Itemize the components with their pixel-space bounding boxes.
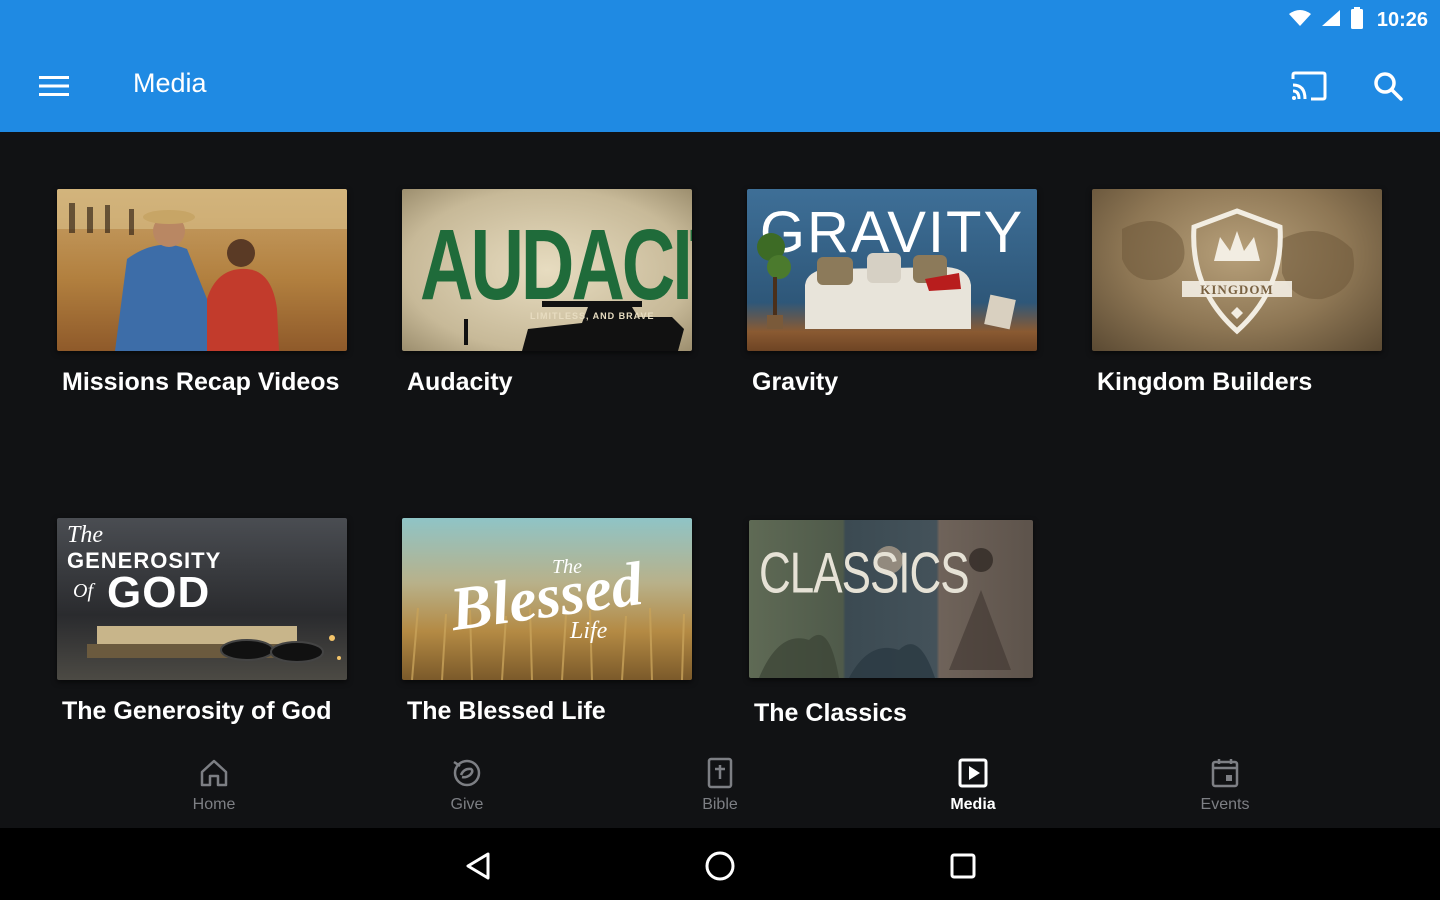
kingdom-thumbnail: KINGDOM — [1092, 189, 1382, 351]
media-icon — [958, 758, 988, 788]
kingdom-thumb-text: KINGDOM — [1200, 282, 1274, 297]
generosity-thumb-the: The — [67, 522, 103, 548]
media-card-title: The Classics — [754, 699, 907, 727]
media-card-gravity[interactable]: GRAVITY Gravity — [747, 189, 1037, 397]
nav-label: Bible — [702, 796, 738, 813]
system-nav-bar — [0, 828, 1440, 900]
system-home-button[interactable] — [700, 846, 740, 886]
classics-thumbnail: CLASSICS — [749, 520, 1033, 678]
status-bar: 10:26 — [1288, 6, 1428, 34]
nav-item-home[interactable]: Home — [134, 756, 294, 826]
search-icon — [1374, 72, 1403, 101]
media-card-kingdom[interactable]: KINGDOM Kingdom Builders — [1092, 189, 1382, 397]
audacity-thumbnail: AUDACITY LIMITLESS, AND BRAVE — [402, 189, 692, 351]
bible-icon — [707, 757, 733, 789]
nav-label: Give — [450, 796, 484, 813]
hamburger-menu-icon — [39, 76, 69, 96]
events-icon — [1211, 759, 1239, 788]
generosity-thumb-god: GOD — [107, 568, 211, 617]
status-time: 10:26 — [1376, 8, 1428, 31]
search-button[interactable] — [1366, 64, 1410, 108]
media-card-audacity[interactable]: AUDACITY LIMITLESS, AND BRAVE Audacity — [402, 189, 692, 397]
cellular-icon — [1321, 9, 1341, 32]
missions-thumbnail — [57, 189, 347, 351]
media-card-title: Audacity — [407, 368, 513, 396]
system-recents-button[interactable] — [943, 846, 983, 886]
media-card-title: Gravity — [752, 368, 839, 396]
blessed-thumb-life: Life — [570, 618, 608, 644]
generosity-thumb-of: Of — [73, 580, 93, 602]
nav-item-bible[interactable]: Bible — [640, 756, 800, 826]
media-card-missions[interactable]: Missions Recap Videos — [57, 189, 347, 397]
media-card-title: The Blessed Life — [407, 697, 606, 725]
nav-label: Events — [1200, 796, 1250, 813]
system-back-button[interactable] — [458, 846, 498, 886]
nav-item-events[interactable]: Events — [1145, 756, 1305, 826]
bottom-navigation: Home Give Bible Media Events — [0, 748, 1440, 828]
wifi-icon — [1288, 9, 1311, 32]
media-card-generosity[interactable]: The GENEROSITY Of GOD The Generosity of … — [57, 518, 347, 726]
back-triangle-icon — [466, 852, 490, 880]
app-bar: 10:26 Media — [0, 0, 1440, 132]
gravity-thumbnail: GRAVITY — [747, 189, 1037, 351]
media-card-classics[interactable]: CLASSICS The Classics — [749, 520, 1039, 728]
generosity-thumbnail: The GENEROSITY Of GOD — [57, 518, 347, 680]
home-circle-icon — [705, 851, 735, 881]
nav-item-media[interactable]: Media — [893, 756, 1053, 826]
media-card-title: Missions Recap Videos — [62, 368, 340, 396]
nav-label: Media — [950, 796, 996, 813]
media-card-blessed[interactable]: The Blessed Life The Blessed Life — [402, 518, 692, 726]
media-card-title: Kingdom Builders — [1097, 368, 1313, 396]
nav-item-give[interactable]: Give — [387, 756, 547, 826]
nav-label: Home — [192, 796, 236, 813]
classics-thumb-text: CLASSICS — [759, 542, 970, 606]
audacity-thumb-subtext: LIMITLESS, AND BRAVE — [530, 311, 655, 321]
cast-icon — [1291, 71, 1327, 101]
page-title: Media — [133, 68, 207, 98]
give-icon — [453, 759, 481, 787]
cast-button[interactable] — [1287, 64, 1331, 108]
recents-square-icon — [950, 853, 976, 879]
app-root: 10:26 Media Missions Recap Videos AUDACI… — [0, 0, 1440, 900]
blessed-thumbnail: The Blessed Life — [402, 518, 692, 680]
home-icon — [200, 759, 228, 787]
menu-button[interactable] — [36, 68, 72, 104]
battery-icon — [1350, 6, 1363, 34]
media-card-title: The Generosity of God — [62, 697, 332, 725]
